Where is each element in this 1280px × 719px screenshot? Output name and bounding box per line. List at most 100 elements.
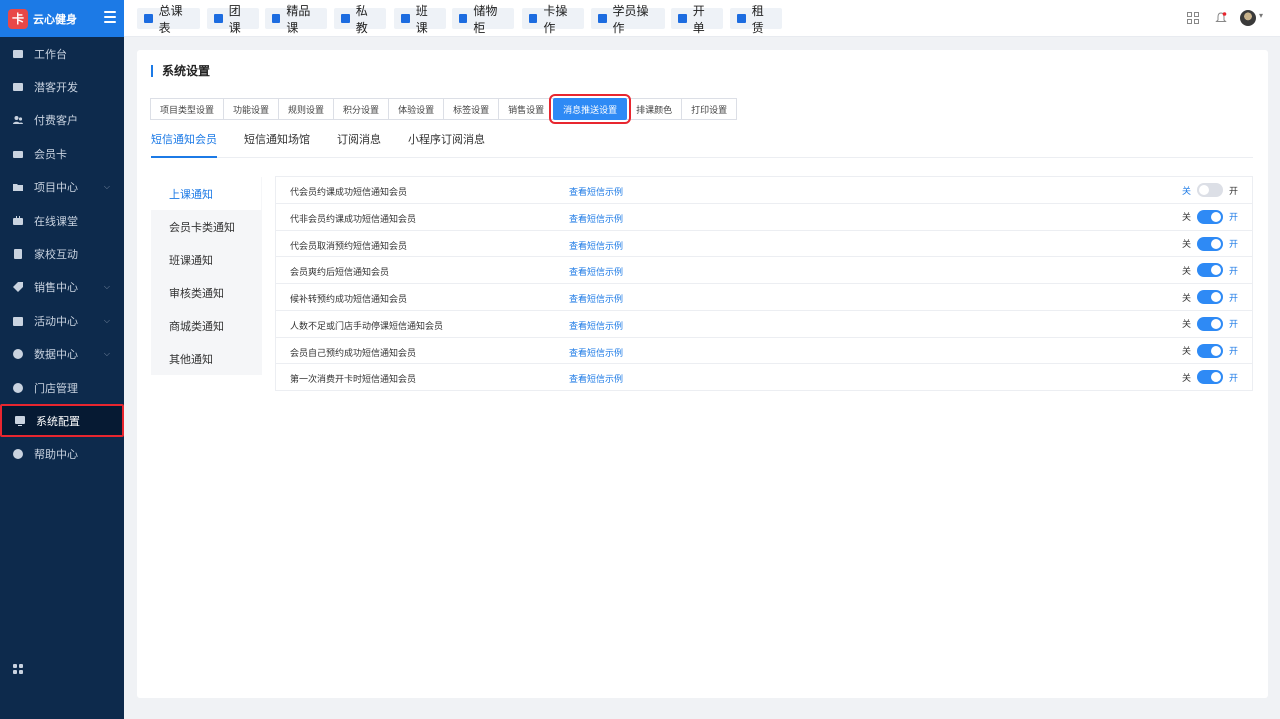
- settings-tab-9[interactable]: 打印设置: [681, 98, 738, 120]
- top-button-label: 精品课: [286, 3, 311, 35]
- subtab-2[interactable]: 订阅消息: [337, 130, 381, 158]
- shortcut-icon: [144, 14, 153, 23]
- sidebar-item-label: 帮助中心: [34, 448, 78, 462]
- notification-toggle[interactable]: [1196, 263, 1223, 278]
- sidebar-item-6[interactable]: 家校互动: [0, 237, 124, 270]
- bell-icon[interactable]: [1215, 12, 1227, 24]
- settings-tab-4[interactable]: 体验设置: [388, 98, 445, 120]
- notification-name: 第一次消费开卡时短信通知会员: [290, 375, 417, 386]
- settings-tab-1[interactable]: 功能设置: [223, 98, 280, 120]
- card-icon: [13, 149, 23, 159]
- category-item-2[interactable]: 班课通知: [151, 243, 262, 276]
- sidebar-item-11[interactable]: 系统配置: [0, 404, 124, 438]
- menu-toggle-icon[interactable]: [104, 10, 116, 24]
- category-item-5[interactable]: 其他通知: [151, 342, 262, 375]
- settings-tab-3[interactable]: 积分设置: [333, 98, 390, 120]
- settings-tab-5[interactable]: 标签设置: [443, 98, 500, 120]
- notification-toggle[interactable]: [1196, 290, 1223, 304]
- notification-toggle[interactable]: [1196, 236, 1223, 251]
- store-icon: [13, 382, 23, 393]
- users-icon: [13, 115, 23, 125]
- settings-tab-0[interactable]: 项目类型设置: [150, 98, 225, 120]
- on-label: 开: [1228, 373, 1238, 384]
- view-sms-sample-link[interactable]: 查看短信示例: [569, 239, 623, 252]
- top-button-6[interactable]: 卡操作: [522, 4, 584, 35]
- top-button-5[interactable]: 储物柜: [452, 4, 514, 35]
- category-item-4[interactable]: 商城类通知: [151, 309, 262, 342]
- top-button-4[interactable]: 班课: [394, 4, 446, 35]
- view-sms-sample-link[interactable]: 查看短信示例: [569, 372, 623, 385]
- top-button-7[interactable]: 学员操作: [591, 4, 665, 35]
- topbar: 总课表 团课 精品课 私教 班课 储物柜 卡操作 学员操作 开单 租赁 ▾: [124, 0, 1280, 37]
- top-button-0[interactable]: 总课表: [137, 4, 200, 35]
- top-button-2[interactable]: 精品课: [265, 4, 327, 35]
- subtab-3[interactable]: 小程序订阅消息: [408, 130, 485, 158]
- sidebar-item-label: 销售中心: [34, 281, 78, 295]
- sidebar-item-5[interactable]: 在线课堂: [0, 204, 124, 237]
- view-sms-sample-link[interactable]: 查看短信示例: [569, 265, 623, 278]
- sidebar-item-9[interactable]: 数据中心 ⌵: [0, 338, 124, 371]
- sidebar-item-1[interactable]: 潜客开发: [0, 70, 124, 103]
- on-label: 开: [1228, 293, 1238, 304]
- top-button-label: 私教: [355, 3, 368, 35]
- on-label: 开: [1228, 320, 1238, 331]
- sidebar-item-10[interactable]: 门店管理: [0, 371, 124, 404]
- qr-scan-icon[interactable]: [1187, 12, 1199, 24]
- sidebar-item-2[interactable]: 付费客户: [0, 104, 124, 137]
- shortcut-icon: [214, 14, 223, 23]
- on-label: 开: [1228, 186, 1238, 197]
- avatar[interactable]: [1240, 10, 1256, 26]
- view-sms-sample-link[interactable]: 查看短信示例: [569, 185, 623, 198]
- sidebar-item-label: 工作台: [34, 47, 67, 61]
- notification-row: 会员自己预约成功短信通知会员 查看短信示例 关 开: [276, 338, 1252, 365]
- toggle-group: 关开: [1182, 263, 1238, 278]
- notification-toggle[interactable]: [1196, 316, 1223, 331]
- sidebar-item-7[interactable]: 销售中心 ⌵: [0, 271, 124, 304]
- top-button-1[interactable]: 团课: [207, 4, 259, 35]
- sidebar-item-label: 活动中心: [34, 314, 78, 328]
- sidebar-item-0[interactable]: 工作台: [0, 37, 124, 70]
- category-item-0[interactable]: 上课通知: [151, 177, 262, 210]
- brand-name: 云心健身: [33, 12, 77, 26]
- view-sms-sample-link[interactable]: 查看短信示例: [569, 292, 623, 305]
- settings-tab-6[interactable]: 销售设置: [498, 98, 555, 120]
- chevron-down-icon: ⌵: [103, 182, 110, 192]
- chevron-down-icon[interactable]: ▾: [1259, 11, 1263, 20]
- top-button-9[interactable]: 租赁: [730, 4, 782, 35]
- notification-name: 会员自己预约成功短信通知会员: [290, 348, 417, 359]
- on-label: 开: [1228, 240, 1238, 250]
- sidebar-item-label: 项目中心: [34, 181, 78, 195]
- notification-toggle[interactable]: [1196, 343, 1223, 358]
- view-sms-sample-link[interactable]: 查看短信示例: [569, 319, 623, 332]
- brand-bar: 卡 云心健身: [0, 0, 124, 37]
- on-label: 开: [1228, 347, 1238, 357]
- notification-toggle[interactable]: [1196, 370, 1223, 385]
- toggle-group: 关开: [1182, 209, 1238, 224]
- sidebar-item-8[interactable]: 活动中心 ⌵: [0, 304, 124, 337]
- category-item-3[interactable]: 审核类通知: [151, 276, 262, 309]
- sidebar-item-3[interactable]: 会员卡: [0, 137, 124, 170]
- notification-row: 人数不足或门店手动停课短信通知会员 查看短信示例关开: [276, 311, 1252, 338]
- settings-tab-8[interactable]: 排课颜色: [626, 98, 683, 120]
- notification-toggle[interactable]: [1196, 209, 1223, 224]
- subtab-1[interactable]: 短信通知场馆: [244, 130, 310, 158]
- sidebar: 卡 云心健身 工作台 潜客开发 付费客户 会员卡 项目中心 ⌵ 在线课堂 家校互动 销售中心 ⌵ 活…: [0, 0, 124, 719]
- top-button-8[interactable]: 开单: [671, 4, 723, 35]
- notification-toggle[interactable]: [1196, 183, 1223, 197]
- off-label: 关: [1181, 347, 1191, 357]
- subtab-0[interactable]: 短信通知会员: [151, 130, 217, 158]
- settings-tab-7[interactable]: 消息推送设置: [549, 94, 632, 124]
- sidebar-item-4[interactable]: 项目中心 ⌵: [0, 171, 124, 204]
- view-sms-sample-link[interactable]: 查看短信示例: [569, 212, 623, 225]
- notification-name: 候补转预约成功短信通知会员: [290, 295, 408, 305]
- sub-tabs: 短信通知会员 短信通知场馆 订阅消息 小程序订阅消息: [151, 130, 1253, 158]
- top-button-label: 学员操作: [612, 3, 649, 35]
- settings-tab-2[interactable]: 规则设置: [278, 98, 335, 120]
- view-sms-sample-link[interactable]: 查看短信示例: [569, 346, 623, 359]
- sidebar-item-12[interactable]: 帮助中心: [0, 438, 124, 471]
- top-button-3[interactable]: 私教: [334, 4, 386, 35]
- sidebar-item-label: 潜客开发: [34, 80, 78, 94]
- apps-grid-icon[interactable]: [13, 664, 23, 674]
- off-label: 关: [1181, 373, 1191, 384]
- category-item-1[interactable]: 会员卡类通知: [151, 210, 262, 243]
